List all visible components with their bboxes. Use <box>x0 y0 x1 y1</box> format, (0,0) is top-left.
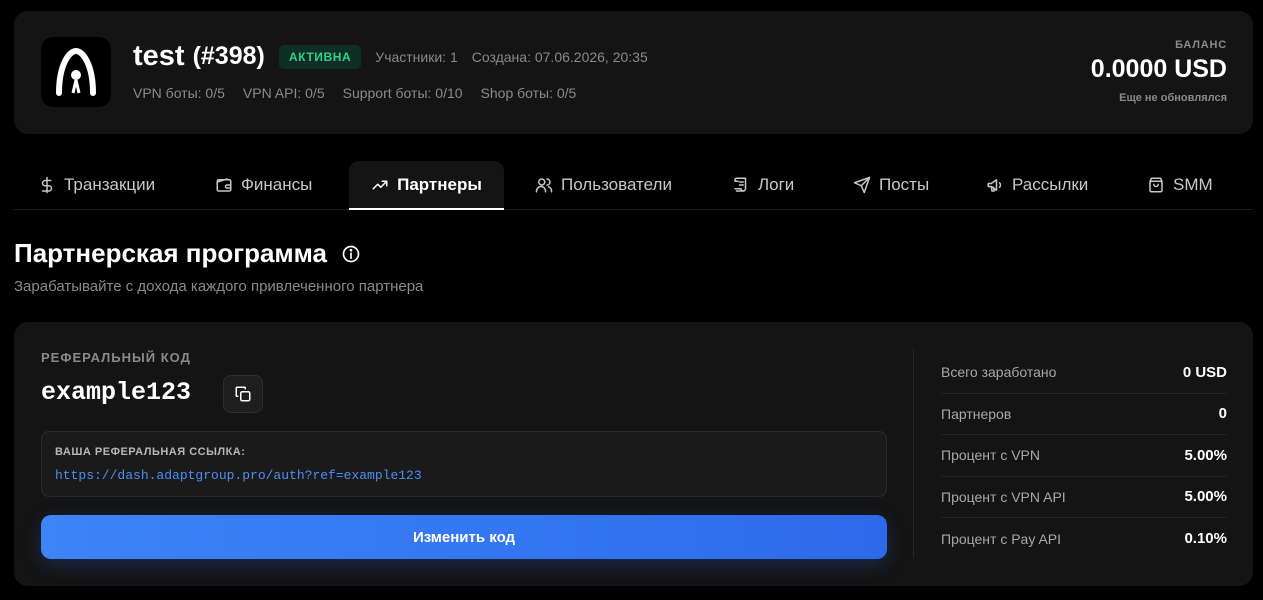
logo-icon <box>56 47 96 96</box>
referral-code-label: РЕФЕРАЛЬНЫЙ КОД <box>41 350 191 365</box>
stat-vpn-percent: Процент с VPN 5.00% <box>941 435 1227 477</box>
tab-users[interactable]: Пользователи <box>535 161 672 209</box>
limit-vpn-bots: VPN боты: 0/5 <box>133 85 225 101</box>
shopping-bag-icon <box>1149 177 1163 193</box>
stat-value: 0.10% <box>1184 530 1227 548</box>
balance-updated-status: Еще не обновлялся <box>1119 92 1227 104</box>
tab-label: Рассылки <box>1012 175 1089 194</box>
balance-label: БАЛАНС <box>1175 39 1227 51</box>
stat-label: Партнеров <box>941 405 1012 422</box>
scroll-icon <box>734 177 747 192</box>
referral-link[interactable]: https://dash.adaptgroup.pro/auth?ref=exa… <box>55 468 422 483</box>
stat-vpn-api-percent: Процент с VPN API 5.00% <box>941 477 1227 518</box>
page-title: Партнерская программа <box>14 238 361 269</box>
vertical-divider <box>913 348 914 558</box>
balance-block: БАЛАНС 0.0000 USD Еще не обновлялся <box>1091 39 1227 104</box>
created-date: Создана: 07.06.2026, 20:35 <box>471 48 648 65</box>
copy-icon <box>235 386 251 402</box>
tab-label: Партнеры <box>397 174 482 194</box>
stat-pay-api-percent: Процент с Pay API 0.10% <box>941 518 1227 560</box>
tab-label: Пользователи <box>561 175 672 194</box>
stat-label: Процент с VPN <box>941 447 1040 464</box>
referral-link-box: ВАША РЕФЕРАЛЬНАЯ ССЫЛКА: https://dash.ad… <box>41 431 887 497</box>
limit-support-bots: Support боты: 0/10 <box>342 85 463 101</box>
project-header: test (#398) АКТИВНА Участники: 1 Создана… <box>14 11 1253 134</box>
tab-label: Логи <box>758 175 795 194</box>
tab-finance[interactable]: Финансы <box>215 161 312 209</box>
partner-stats: Всего заработано 0 USD Партнеров 0 Проце… <box>941 352 1227 560</box>
megaphone-icon <box>987 179 1002 192</box>
change-code-button[interactable]: Изменить код <box>41 515 887 559</box>
tab-transactions[interactable]: Транзакции <box>38 161 155 209</box>
page-subtitle: Зарабатывайте с дохода каждого привлечен… <box>14 278 424 295</box>
status-badge: АКТИВНА <box>278 44 362 69</box>
wallet-icon <box>216 178 232 192</box>
balance-value: 0.0000 USD <box>1090 55 1227 83</box>
stat-value: 5.00% <box>1184 488 1227 506</box>
stat-label: Всего заработано <box>941 364 1057 381</box>
project-id: (#398) <box>192 42 265 70</box>
stat-partners: Партнеров 0 <box>941 394 1227 435</box>
users-icon <box>535 178 553 193</box>
tab-label: Посты <box>879 175 930 194</box>
stat-value: 5.00% <box>1184 446 1227 464</box>
stat-label: Процент с Pay API <box>941 530 1062 547</box>
bot-limits: VPN боты: 0/5 VPN API: 0/5 Support боты:… <box>133 85 576 101</box>
referral-code: example123 <box>41 378 192 407</box>
tab-mailings[interactable]: Рассылки <box>986 161 1088 209</box>
stat-total-earned: Всего заработано 0 USD <box>941 352 1227 394</box>
project-logo <box>41 37 111 107</box>
info-icon[interactable] <box>341 244 361 264</box>
send-icon <box>853 176 871 194</box>
tab-label: SMM <box>1173 175 1213 194</box>
dollar-icon <box>41 176 53 194</box>
copy-code-button[interactable] <box>223 375 263 413</box>
tab-posts[interactable]: Посты <box>853 161 929 209</box>
referral-link-label: ВАША РЕФЕРАЛЬНАЯ ССЫЛКА: <box>55 446 246 458</box>
tab-smm[interactable]: SMM <box>1147 161 1213 209</box>
page-title-text: Партнерская программа <box>14 238 328 268</box>
participants-count: Участники: 1 <box>375 48 458 65</box>
stat-value: 0 USD <box>1182 363 1227 381</box>
referral-card: РЕФЕРАЛЬНЫЙ КОД example123 ВАША РЕФЕРАЛЬ… <box>14 322 1253 586</box>
trending-up-icon <box>372 180 388 189</box>
limit-shop-bots: Shop боты: 0/5 <box>480 85 577 101</box>
tab-logs[interactable]: Логи <box>732 161 794 209</box>
project-title-row: test (#398) АКТИВНА Участники: 1 Создана… <box>133 40 648 73</box>
tab-label: Транзакции <box>64 175 156 194</box>
limit-vpn-api: VPN API: 0/5 <box>242 85 325 101</box>
tab-bar: Транзакции Финансы Партнеры Пользователи… <box>14 161 1253 210</box>
stat-value: 0 <box>1218 405 1227 423</box>
project-name: test <box>133 40 185 72</box>
tab-partners[interactable]: Партнеры <box>349 161 504 210</box>
tab-label: Финансы <box>241 175 313 194</box>
stat-label: Процент с VPN API <box>941 488 1066 505</box>
